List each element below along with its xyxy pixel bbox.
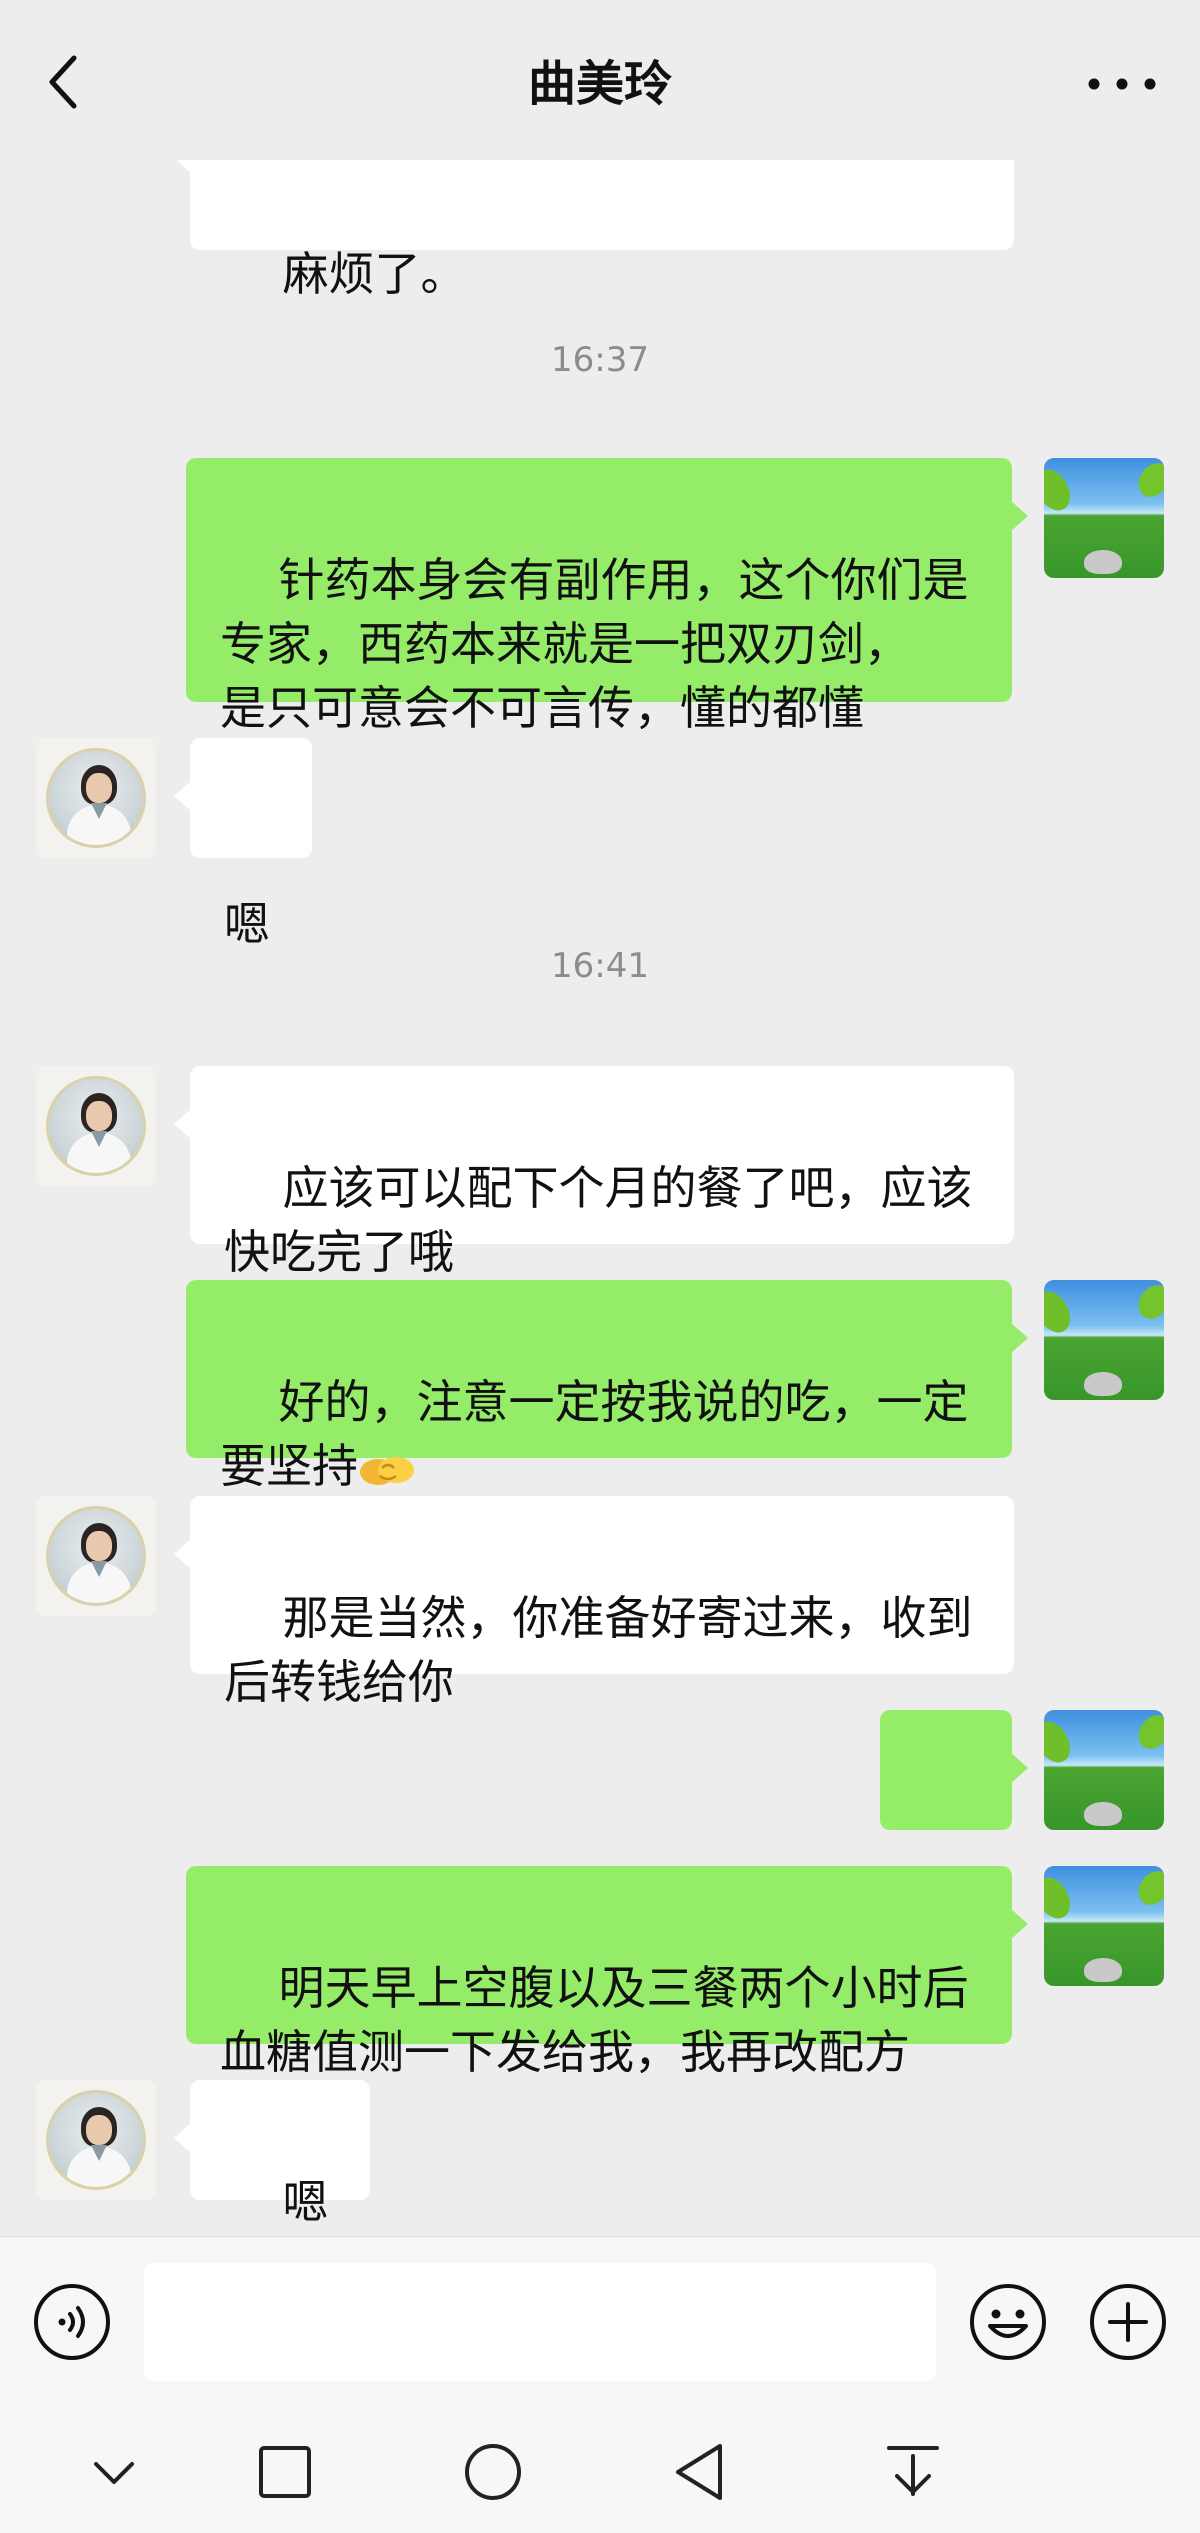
self-avatar[interactable] [1044, 1280, 1164, 1400]
self-avatar[interactable] [1044, 1866, 1164, 1986]
message-bubble-incoming[interactable]: 那是当然，你准备好寄过来，收到 后转钱给你 [174, 1496, 1014, 1709]
message-text: 嗯 [224, 897, 270, 951]
self-avatar[interactable] [1044, 458, 1164, 578]
chat-header: 曲美玲 [0, 0, 1200, 160]
system-nav-bar [0, 2406, 1200, 2533]
message-text: 明天早上空腹以及三餐两个小时后 血糖值测一下发给我，我再改配方 [220, 1961, 969, 2079]
contact-avatar[interactable] [36, 1066, 156, 1186]
message-text: 麻烦了。 [282, 247, 467, 301]
notification-pull-icon[interactable] [873, 2432, 953, 2512]
voice-input-icon[interactable] [32, 2282, 112, 2362]
chevron-down-icon[interactable] [74, 2432, 154, 2512]
emoji-icon[interactable] [968, 2282, 1048, 2362]
message-text: 好的，注意一定按我说的吃，一定 要坚持 [220, 1375, 969, 1493]
message-bubble-outgoing[interactable]: 针药本身会有副作用，这个你们是 专家，西药本来就是一把双刃剑， 是只可意会不可言… [186, 458, 1028, 735]
plus-icon[interactable] [1088, 2282, 1168, 2362]
chat-title: 曲美玲 [527, 56, 672, 112]
message-bubble-outgoing[interactable]: 好的，注意一定按我说的吃，一定 要坚持 [186, 1280, 1028, 1493]
message-bubble-incoming[interactable]: 应该可以配下个月的餐了吧，应该 快吃完了哦 [174, 1066, 1014, 1279]
contact-avatar[interactable] [36, 738, 156, 858]
message-input[interactable] [144, 2263, 936, 2381]
handshake-emoji [360, 1456, 414, 1485]
message-timestamp: 16:37 [551, 340, 649, 380]
message-text: 应该可以配下个月的餐了吧，应该 快吃完了哦 [224, 1161, 973, 1279]
message-bubble-incoming[interactable]: 嗯 [174, 738, 312, 951]
self-avatar[interactable] [1044, 1710, 1164, 1830]
more-dots-icon[interactable] [1084, 64, 1160, 104]
message-timestamp: 16:41 [551, 946, 649, 986]
message-bubble-outgoing[interactable]: 明天早上空腹以及三餐两个小时后 血糖值测一下发给我，我再改配方 [186, 1866, 1028, 2079]
message-bubble-incoming[interactable]: 嗯 [174, 2080, 370, 2229]
contact-avatar[interactable] [36, 1496, 156, 1616]
message-list[interactable]: 麻烦了。 16:37 针药本身会有副作用，这个你们是 专家，西药本来就是一把双刃… [0, 160, 1200, 2236]
recents-square-icon[interactable] [245, 2432, 325, 2512]
message-bubble-incoming[interactable]: 麻烦了。 [174, 160, 1014, 301]
home-circle-icon[interactable] [453, 2432, 533, 2512]
contact-avatar[interactable] [36, 2080, 156, 2200]
message-text: 嗯 [282, 2175, 329, 2229]
message-text: 那是当然，你准备好寄过来，收到 后转钱给你 [224, 1591, 973, 1709]
back-triangle-icon[interactable] [662, 2432, 742, 2512]
message-bubble-outgoing[interactable] [880, 1710, 1028, 1929]
message-text: 针药本身会有副作用，这个你们是 专家，西药本来就是一把双刃剑， 是只可意会不可言… [220, 553, 969, 735]
input-bar [0, 2236, 1200, 2406]
